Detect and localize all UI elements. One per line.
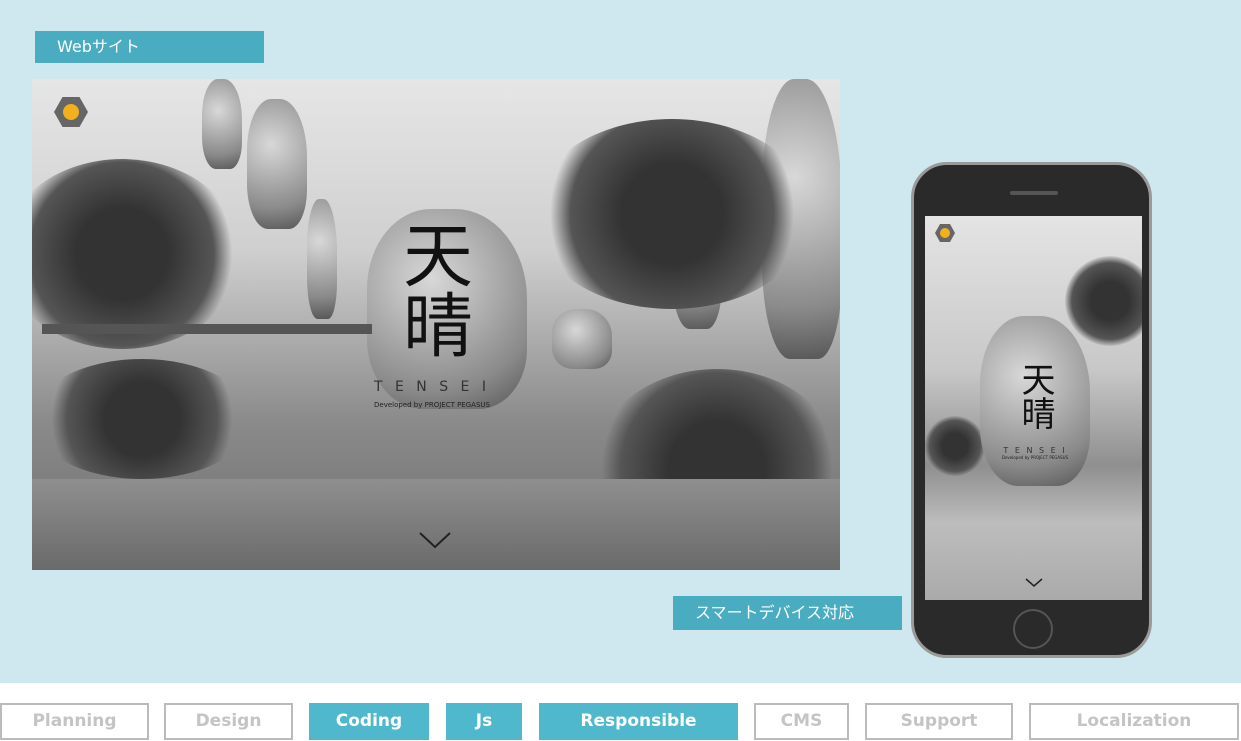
tensei-logo: 天晴 T E N S E I Developed by PROJECT PEGA… [965, 346, 1105, 460]
smartphone-mockup: 天晴 T E N S E I Developed by PROJECT PEGA… [911, 162, 1152, 658]
website-label: Webサイト [35, 31, 264, 63]
developer-credit: Developed by PROJECT PEGASUS [374, 401, 490, 409]
site-logo [935, 224, 955, 242]
website-screenshot: 天晴 T E N S E I Developed by PROJECT PEGA… [32, 79, 840, 570]
chevron-down-icon[interactable] [1025, 578, 1043, 588]
speaker [1010, 191, 1058, 195]
tag-responsible: Responsible [539, 703, 738, 740]
developer-credit: Developed by PROJECT PEGASUS [1001, 455, 1069, 460]
tag-planning: Planning [0, 703, 149, 740]
skill-tags: Planning Design Coding Js Responsible CM… [0, 703, 1241, 741]
logo-romaji: T E N S E I [374, 379, 490, 395]
tag-js: Js [446, 703, 522, 740]
tensei-logo: 天晴 T E N S E I Developed by PROJECT PEGA… [332, 199, 532, 409]
tag-cms: CMS [754, 703, 849, 740]
smart-device-label: スマートデバイス対応 [673, 596, 902, 630]
tag-support: Support [865, 703, 1013, 740]
tag-design: Design [164, 703, 293, 740]
logo-romaji: T E N S E I [1003, 446, 1067, 455]
logo-kanji: 天晴 [391, 219, 474, 359]
logo-kanji: 天晴 [1015, 362, 1055, 430]
tag-localization: Localization [1029, 703, 1239, 740]
chevron-down-icon[interactable] [418, 531, 452, 549]
mobile-screenshot: 天晴 T E N S E I Developed by PROJECT PEGA… [925, 216, 1142, 600]
home-button [1013, 609, 1053, 649]
tag-coding: Coding [309, 703, 429, 740]
site-logo [54, 97, 88, 127]
